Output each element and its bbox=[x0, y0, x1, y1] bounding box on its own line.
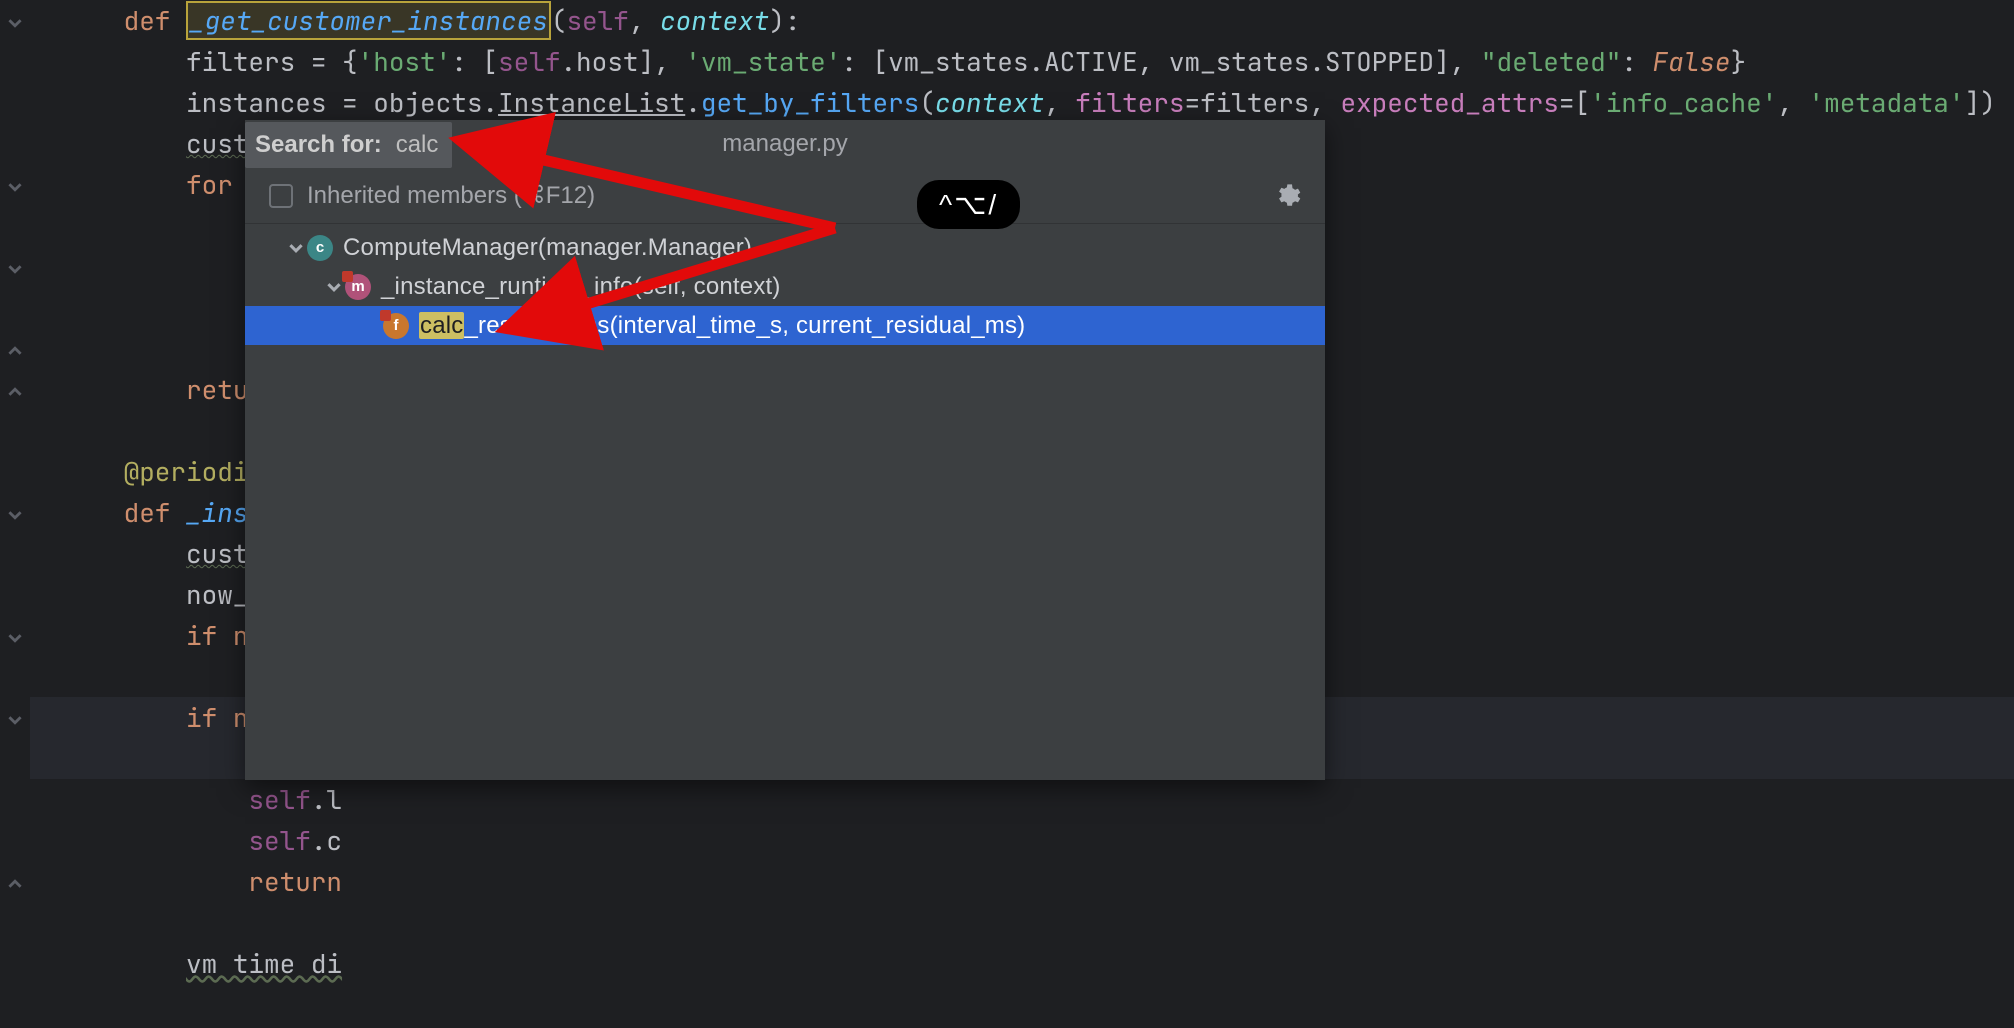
structure-row-label: calc_residual_ms(interval_time_s, curren… bbox=[419, 312, 1025, 340]
chevron-down-icon[interactable] bbox=[285, 241, 307, 255]
fold-open-icon[interactable] bbox=[8, 711, 22, 725]
gear-icon[interactable] bbox=[1273, 182, 1301, 210]
structure-popup: manager.py Inherited members (⌘F12) cCom… bbox=[245, 120, 1325, 780]
fold-open-icon[interactable] bbox=[8, 506, 22, 520]
fold-close-icon[interactable] bbox=[8, 875, 22, 889]
shortcut-pill: ^⌥/ bbox=[917, 180, 1020, 229]
fold-close-icon[interactable] bbox=[8, 383, 22, 397]
fold-close-icon[interactable] bbox=[8, 342, 22, 356]
function-icon: f bbox=[383, 313, 409, 339]
popup-tree[interactable]: c ComputeManager(manager.Manager) m _instan… bbox=[245, 224, 1325, 345]
popup-options-bar: Inherited members (⌘F12) bbox=[245, 168, 1325, 224]
fold-open-icon[interactable] bbox=[8, 629, 22, 643]
fold-open-icon[interactable] bbox=[8, 178, 22, 192]
method-icon: m bbox=[345, 274, 371, 300]
inherited-members-checkbox[interactable] bbox=[269, 184, 293, 208]
gutter bbox=[0, 0, 30, 1028]
fold-open-icon[interactable] bbox=[8, 260, 22, 274]
structure-row[interactable]: m _instance_runtime_info(self, context) bbox=[245, 267, 1325, 306]
chevron-down-icon[interactable] bbox=[323, 280, 345, 294]
fold-open-icon[interactable] bbox=[8, 14, 22, 28]
lock-icon bbox=[342, 271, 353, 282]
lock-icon bbox=[380, 310, 391, 321]
inherited-members-label: Inherited members (⌘F12) bbox=[307, 181, 595, 210]
structure-row-label: ComputeManager(manager.Manager) bbox=[343, 234, 752, 262]
structure-row[interactable]: f calc_residual_ms(interval_time_s, curre… bbox=[245, 306, 1325, 345]
search-for-chip: Search for: calc bbox=[245, 122, 452, 168]
structure-row-label: _instance_runtime_info(self, context) bbox=[381, 273, 781, 301]
class-icon: c bbox=[307, 235, 333, 261]
search-for-label: Search for: bbox=[255, 131, 382, 159]
structure-row[interactable]: c ComputeManager(manager.Manager) bbox=[245, 228, 1325, 267]
search-for-value: calc bbox=[396, 131, 439, 159]
